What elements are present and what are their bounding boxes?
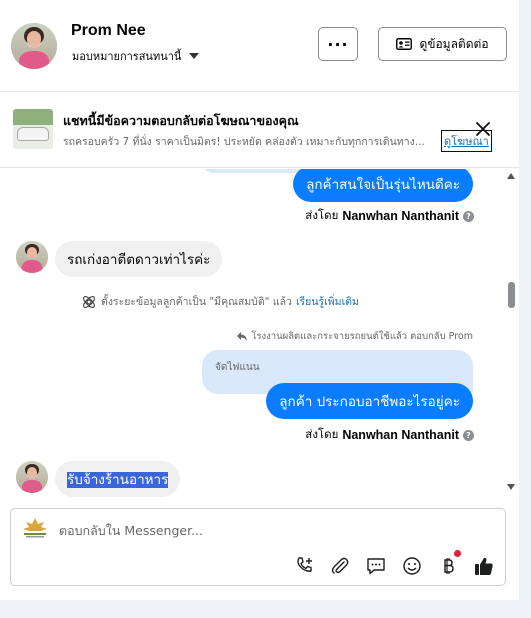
- assign-conversation-dropdown[interactable]: มอบหมายการสนทนานี้: [72, 47, 200, 65]
- info-icon: [83, 295, 95, 308]
- help-icon[interactable]: ?: [463, 429, 474, 441]
- close-icon[interactable]: [474, 120, 492, 138]
- conversation-panel: Prom Nee มอบหมายการสนทนานี้ ··· ดูข้อมูล…: [0, 0, 519, 600]
- saved-replies-icon[interactable]: [365, 555, 387, 577]
- ad-thumbnail[interactable]: [13, 109, 53, 149]
- chevron-down-icon: [189, 53, 200, 59]
- learn-more-link[interactable]: เรียนรู้เพิ่มเติม: [296, 293, 359, 310]
- scrollbar-thumb[interactable]: [508, 282, 515, 308]
- conversation-header: Prom Nee มอบหมายการสนทนานี้ ··· ดูข้อมูล…: [0, 0, 519, 92]
- ad-banner-title: แชทนี้มีข้อความตอบกลับต่อโฆษณาของคุณ: [63, 113, 299, 128]
- incoming-message[interactable]: รับจ้างร้านอาหาร: [55, 461, 181, 497]
- incoming-message[interactable]: รถเก่งอาตีตดาวเท่าไรค่ะ: [55, 241, 223, 277]
- thumbs-up-icon[interactable]: [473, 555, 495, 577]
- sender-name: Nanwhan Nanthanit: [342, 209, 459, 223]
- system-notice: ตั้งระยะข้อมูลลูกค้าเป็น "มีคุณสมบัติ" แ…: [81, 293, 359, 310]
- notification-dot: [454, 550, 461, 557]
- assign-label: มอบหมายการสนทนานี้: [72, 50, 182, 63]
- ad-reply-banner: แชทนี้มีข้อความตอบกลับต่อโฆษณาของคุณ รถค…: [0, 92, 519, 168]
- sender-name: Nanwhan Nanthanit: [342, 428, 459, 442]
- help-icon[interactable]: ?: [463, 210, 474, 222]
- view-contact-button[interactable]: ดูข้อมูลติดต่อ: [378, 27, 507, 61]
- reply-icon: [237, 332, 248, 341]
- contact-card-icon: [396, 38, 413, 50]
- payment-icon[interactable]: [437, 555, 459, 577]
- page-logo: [23, 518, 47, 538]
- sent-by-line: ส่งโดย Nanwhan Nanthanit ?: [305, 207, 474, 225]
- scroll-up-arrow[interactable]: [507, 173, 515, 179]
- add-call-icon[interactable]: [293, 555, 315, 577]
- sent-by-prefix: ส่งโดย: [305, 427, 339, 441]
- scroll-down-arrow[interactable]: [507, 484, 515, 490]
- ad-description: รถครอบครัว 7 ที่นั่ง ราคาเป็นมิตร! ประหย…: [63, 136, 425, 148]
- message-composer: [10, 508, 506, 586]
- contact-avatar[interactable]: [11, 23, 57, 69]
- contact-avatar-small[interactable]: [16, 241, 48, 273]
- message-input[interactable]: [59, 523, 459, 538]
- system-notice-text: ตั้งระยะข้อมูลลูกค้าเป็น "มีคุณสมบัติ" แ…: [101, 296, 292, 308]
- view-contact-label: ดูข้อมูลติดต่อ: [419, 36, 489, 51]
- message-thread[interactable]: ลูกค้าสนใจเป็นรุ่นไหนดีคะ ส่งโดย Nanwhan…: [0, 169, 519, 500]
- emoji-icon[interactable]: [401, 555, 423, 577]
- sent-by-line: ส่งโดย Nanwhan Nanthanit ?: [305, 426, 474, 444]
- contact-name[interactable]: Prom Nee: [71, 22, 146, 40]
- sent-by-prefix: ส่งโดย: [305, 208, 339, 222]
- reply-context: โรงงานผลิตและกระจายรถยนต์ใช้แล้ว ตอบกลับ…: [236, 329, 473, 344]
- page-bottom-edge: [0, 600, 531, 618]
- quoted-message-text: จัดไฟแนน: [215, 362, 260, 373]
- reply-context-text: โรงงานผลิตและกระจายรถยนต์ใช้แล้ว ตอบกลับ…: [251, 331, 473, 342]
- outgoing-message[interactable]: ลูกค้า ประกอบอาชีพอะไรอยู่คะ: [266, 383, 473, 419]
- contact-avatar-small[interactable]: [16, 461, 48, 493]
- attach-icon[interactable]: [329, 555, 351, 577]
- outgoing-message[interactable]: ลูกค้าสนใจเป็นรุ่นไหนดีคะ: [293, 169, 473, 202]
- selected-text: รับจ้างร้านอาหาร: [67, 472, 169, 488]
- more-options-button[interactable]: ···: [318, 27, 358, 61]
